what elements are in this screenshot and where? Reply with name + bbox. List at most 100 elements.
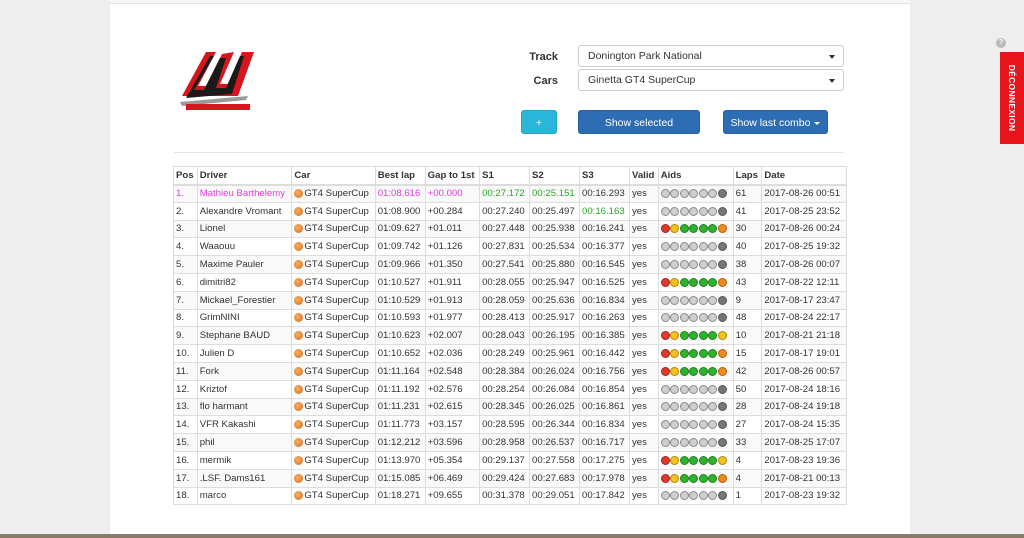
aid-icon bbox=[698, 189, 708, 199]
aid-icon bbox=[717, 295, 727, 305]
cell-s2: 00:25.961 bbox=[529, 344, 580, 363]
cell-valid: yes bbox=[628, 361, 659, 381]
col-s1: S1 bbox=[479, 166, 531, 186]
cell-s3: 00:16.293 bbox=[579, 184, 630, 203]
col-s2: S2 bbox=[529, 166, 580, 186]
cell-car: GT4 SuperCup bbox=[291, 290, 376, 310]
cell-best-lap: 01:10.593 bbox=[374, 308, 426, 328]
cell-pos: 11. bbox=[173, 361, 198, 381]
cell-valid: yes bbox=[628, 450, 659, 470]
cell-laps: 42 bbox=[732, 361, 763, 381]
car-name: GT4 SuperCup bbox=[304, 401, 369, 413]
col-driver: Driver bbox=[196, 166, 293, 186]
car-name: GT4 SuperCup bbox=[304, 472, 369, 484]
cell-date: 2017-08-26 00:07 bbox=[761, 255, 847, 274]
cell-laps: 38 bbox=[732, 255, 763, 274]
cell-valid: yes bbox=[628, 486, 659, 506]
help-icon[interactable]: ? bbox=[996, 38, 1006, 48]
logout-button[interactable]: DÉCONNEXION bbox=[1000, 52, 1024, 144]
car-brand-icon bbox=[294, 349, 304, 359]
table-row: 5. Maxime Pauler GT4 SuperCup 01:09.966 +01.… bbox=[173, 255, 847, 274]
aid-icon bbox=[717, 313, 727, 323]
cell-laps: 15 bbox=[732, 344, 763, 363]
table-row: 1. Mathieu Barthelemy GT4 SuperCup 01:08.61… bbox=[173, 184, 847, 203]
aid-icon bbox=[660, 491, 670, 501]
aid-icon bbox=[660, 455, 670, 465]
cell-best-lap: 01:10.527 bbox=[374, 272, 426, 292]
cell-gap: +01.126 bbox=[424, 237, 481, 257]
aids-icons bbox=[660, 491, 731, 501]
aid-icon bbox=[689, 438, 699, 448]
cell-best-lap: 01:10.623 bbox=[374, 326, 426, 346]
cell-aids bbox=[657, 308, 734, 328]
table-row: 16. mermik GT4 SuperCup 01:13.970 +05.354 00:… bbox=[173, 450, 847, 470]
cell-driver: Alexandre Vromant bbox=[196, 201, 293, 221]
show-selected-button[interactable]: Show selected bbox=[578, 110, 700, 134]
chevron-down-icon bbox=[829, 55, 835, 59]
aid-icon bbox=[708, 349, 718, 359]
cell-date: 2017-08-26 00:57 bbox=[761, 361, 847, 381]
aid-icon bbox=[679, 331, 689, 341]
cell-pos: 10. bbox=[173, 344, 198, 363]
table-row: 9. Stephane BAUD GT4 SuperCup 01:10.623 +02.… bbox=[173, 326, 847, 346]
aid-icon bbox=[660, 295, 670, 305]
cell-s2: 00:25.938 bbox=[529, 219, 580, 239]
cell-s1: 00:31.378 bbox=[479, 486, 531, 506]
aid-icon bbox=[689, 313, 699, 323]
cell-s2: 00:26.344 bbox=[529, 415, 580, 435]
aid-icon bbox=[679, 242, 689, 252]
cell-pos: 12. bbox=[173, 379, 198, 399]
cell-car: GT4 SuperCup bbox=[291, 433, 376, 452]
cell-s2: 00:26.537 bbox=[529, 433, 580, 452]
aid-icon bbox=[698, 438, 708, 448]
aid-icon bbox=[670, 295, 680, 305]
track-select[interactable]: Donington Park National bbox=[578, 45, 844, 67]
aid-icon bbox=[670, 349, 680, 359]
add-button[interactable]: + bbox=[521, 110, 557, 134]
cell-laps: 10 bbox=[732, 326, 763, 346]
cell-s3: 00:16.263 bbox=[579, 308, 630, 328]
cell-gap: +01.911 bbox=[424, 272, 481, 292]
aid-icon bbox=[660, 313, 670, 323]
cell-date: 2017-08-24 19:18 bbox=[761, 397, 847, 417]
car-brand-icon bbox=[294, 224, 304, 234]
cell-car: GT4 SuperCup bbox=[291, 468, 376, 488]
cell-laps: 48 bbox=[732, 308, 763, 328]
cell-valid: yes bbox=[628, 433, 659, 452]
table-row: 3. Lionel GT4 SuperCup 01:09.627 +01.011 00:2… bbox=[173, 219, 847, 239]
aid-icon bbox=[689, 277, 699, 287]
cell-aids bbox=[657, 237, 734, 257]
table-row: 14. VFR Kakashi GT4 SuperCup 01:11.773 +03.1… bbox=[173, 415, 847, 435]
cell-driver: Julien D bbox=[196, 344, 293, 363]
cell-s2: 00:25.636 bbox=[529, 290, 580, 310]
aid-icon bbox=[689, 420, 699, 430]
cars-select[interactable]: Ginetta GT4 SuperCup bbox=[578, 69, 844, 91]
cell-s3: 00:16.861 bbox=[579, 397, 630, 417]
cell-gap: +05.354 bbox=[424, 450, 481, 470]
car-name: GT4 SuperCup bbox=[304, 330, 369, 342]
cell-car: GT4 SuperCup bbox=[291, 201, 376, 221]
cell-aids bbox=[657, 361, 734, 381]
aid-icon bbox=[670, 438, 680, 448]
car-brand-icon bbox=[294, 295, 304, 305]
cell-date: 2017-08-23 19:36 bbox=[761, 450, 847, 470]
car-name: GT4 SuperCup bbox=[304, 205, 369, 217]
cell-s1: 00:28.249 bbox=[479, 344, 531, 363]
aid-icon bbox=[717, 242, 727, 252]
show-last-combo-button[interactable]: Show last combo bbox=[723, 110, 828, 134]
aid-icon bbox=[670, 384, 680, 394]
car-brand-icon bbox=[294, 473, 304, 483]
aids-icons bbox=[660, 295, 731, 305]
cell-valid: yes bbox=[628, 326, 659, 346]
aid-icon bbox=[679, 384, 689, 394]
cell-valid: yes bbox=[628, 415, 659, 435]
table-row: 17. .LSF. Dams161 GT4 SuperCup 01:15.085 +06… bbox=[173, 468, 847, 488]
aid-icon bbox=[660, 224, 670, 234]
cell-valid: yes bbox=[628, 397, 659, 417]
cell-s3: 00:16.241 bbox=[579, 219, 630, 239]
cell-laps: 33 bbox=[732, 433, 763, 452]
aid-icon bbox=[717, 277, 727, 287]
cell-s1: 00:28.059 bbox=[479, 290, 531, 310]
cell-gap: +01.350 bbox=[424, 255, 481, 274]
cell-s1: 00:28.413 bbox=[479, 308, 531, 328]
